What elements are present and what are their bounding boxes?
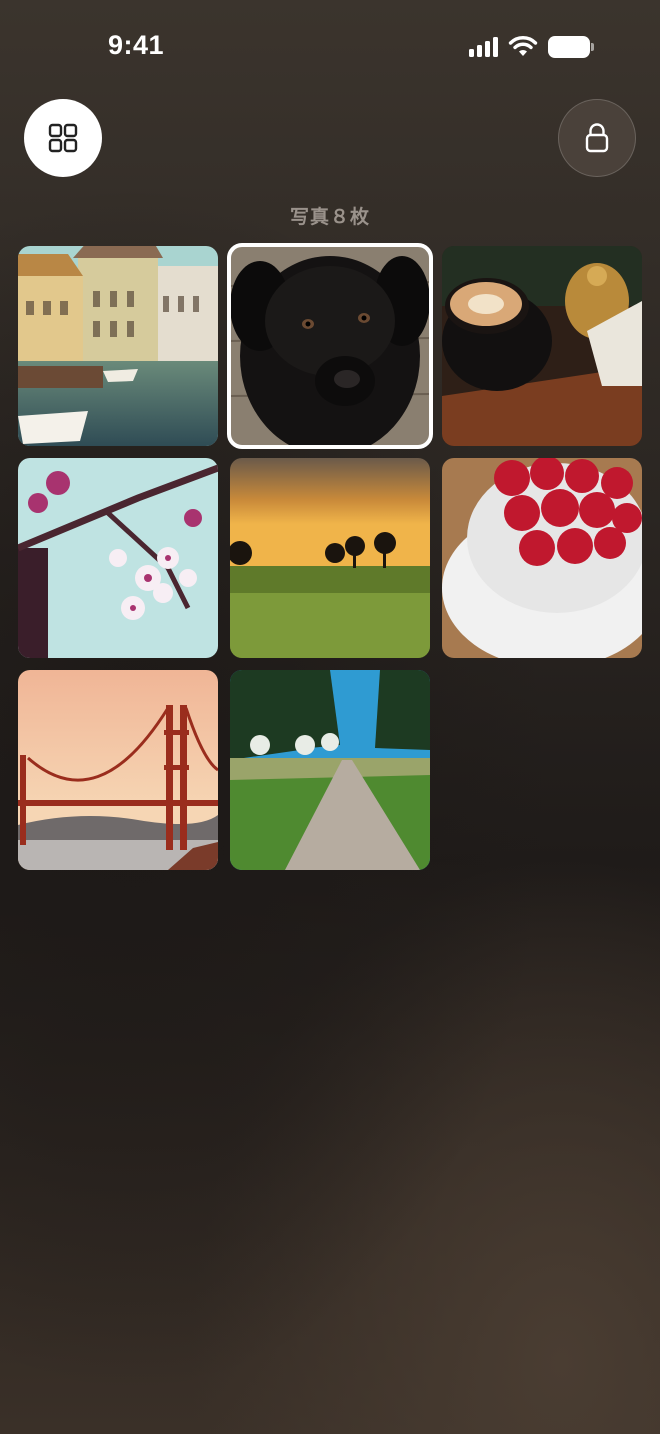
wifi-icon	[508, 36, 538, 56]
photo-black-puppy[interactable]	[227, 243, 433, 449]
photo-golden-gate-bridge[interactable]	[18, 670, 218, 870]
photo-sunset-field[interactable]	[230, 458, 430, 658]
photo-park-path[interactable]	[230, 670, 430, 870]
battery-icon	[548, 36, 594, 58]
status-icons	[469, 36, 594, 58]
lock-icon	[585, 123, 609, 153]
lock-button[interactable]	[558, 99, 636, 177]
photo-raspberries-bowl[interactable]	[442, 458, 642, 658]
grid-view-button[interactable]	[24, 99, 102, 177]
grid-icon	[48, 123, 78, 153]
status-bar: 9:41	[0, 0, 660, 96]
cellular-signal-icon	[469, 37, 498, 57]
photo-count-label: 写真８枚	[289, 207, 370, 228]
photo-canal-town[interactable]	[18, 246, 218, 446]
status-time: 9:41	[108, 30, 165, 60]
photo-cherry-blossom[interactable]	[18, 458, 218, 658]
photo-latte-coffee[interactable]	[442, 246, 642, 446]
